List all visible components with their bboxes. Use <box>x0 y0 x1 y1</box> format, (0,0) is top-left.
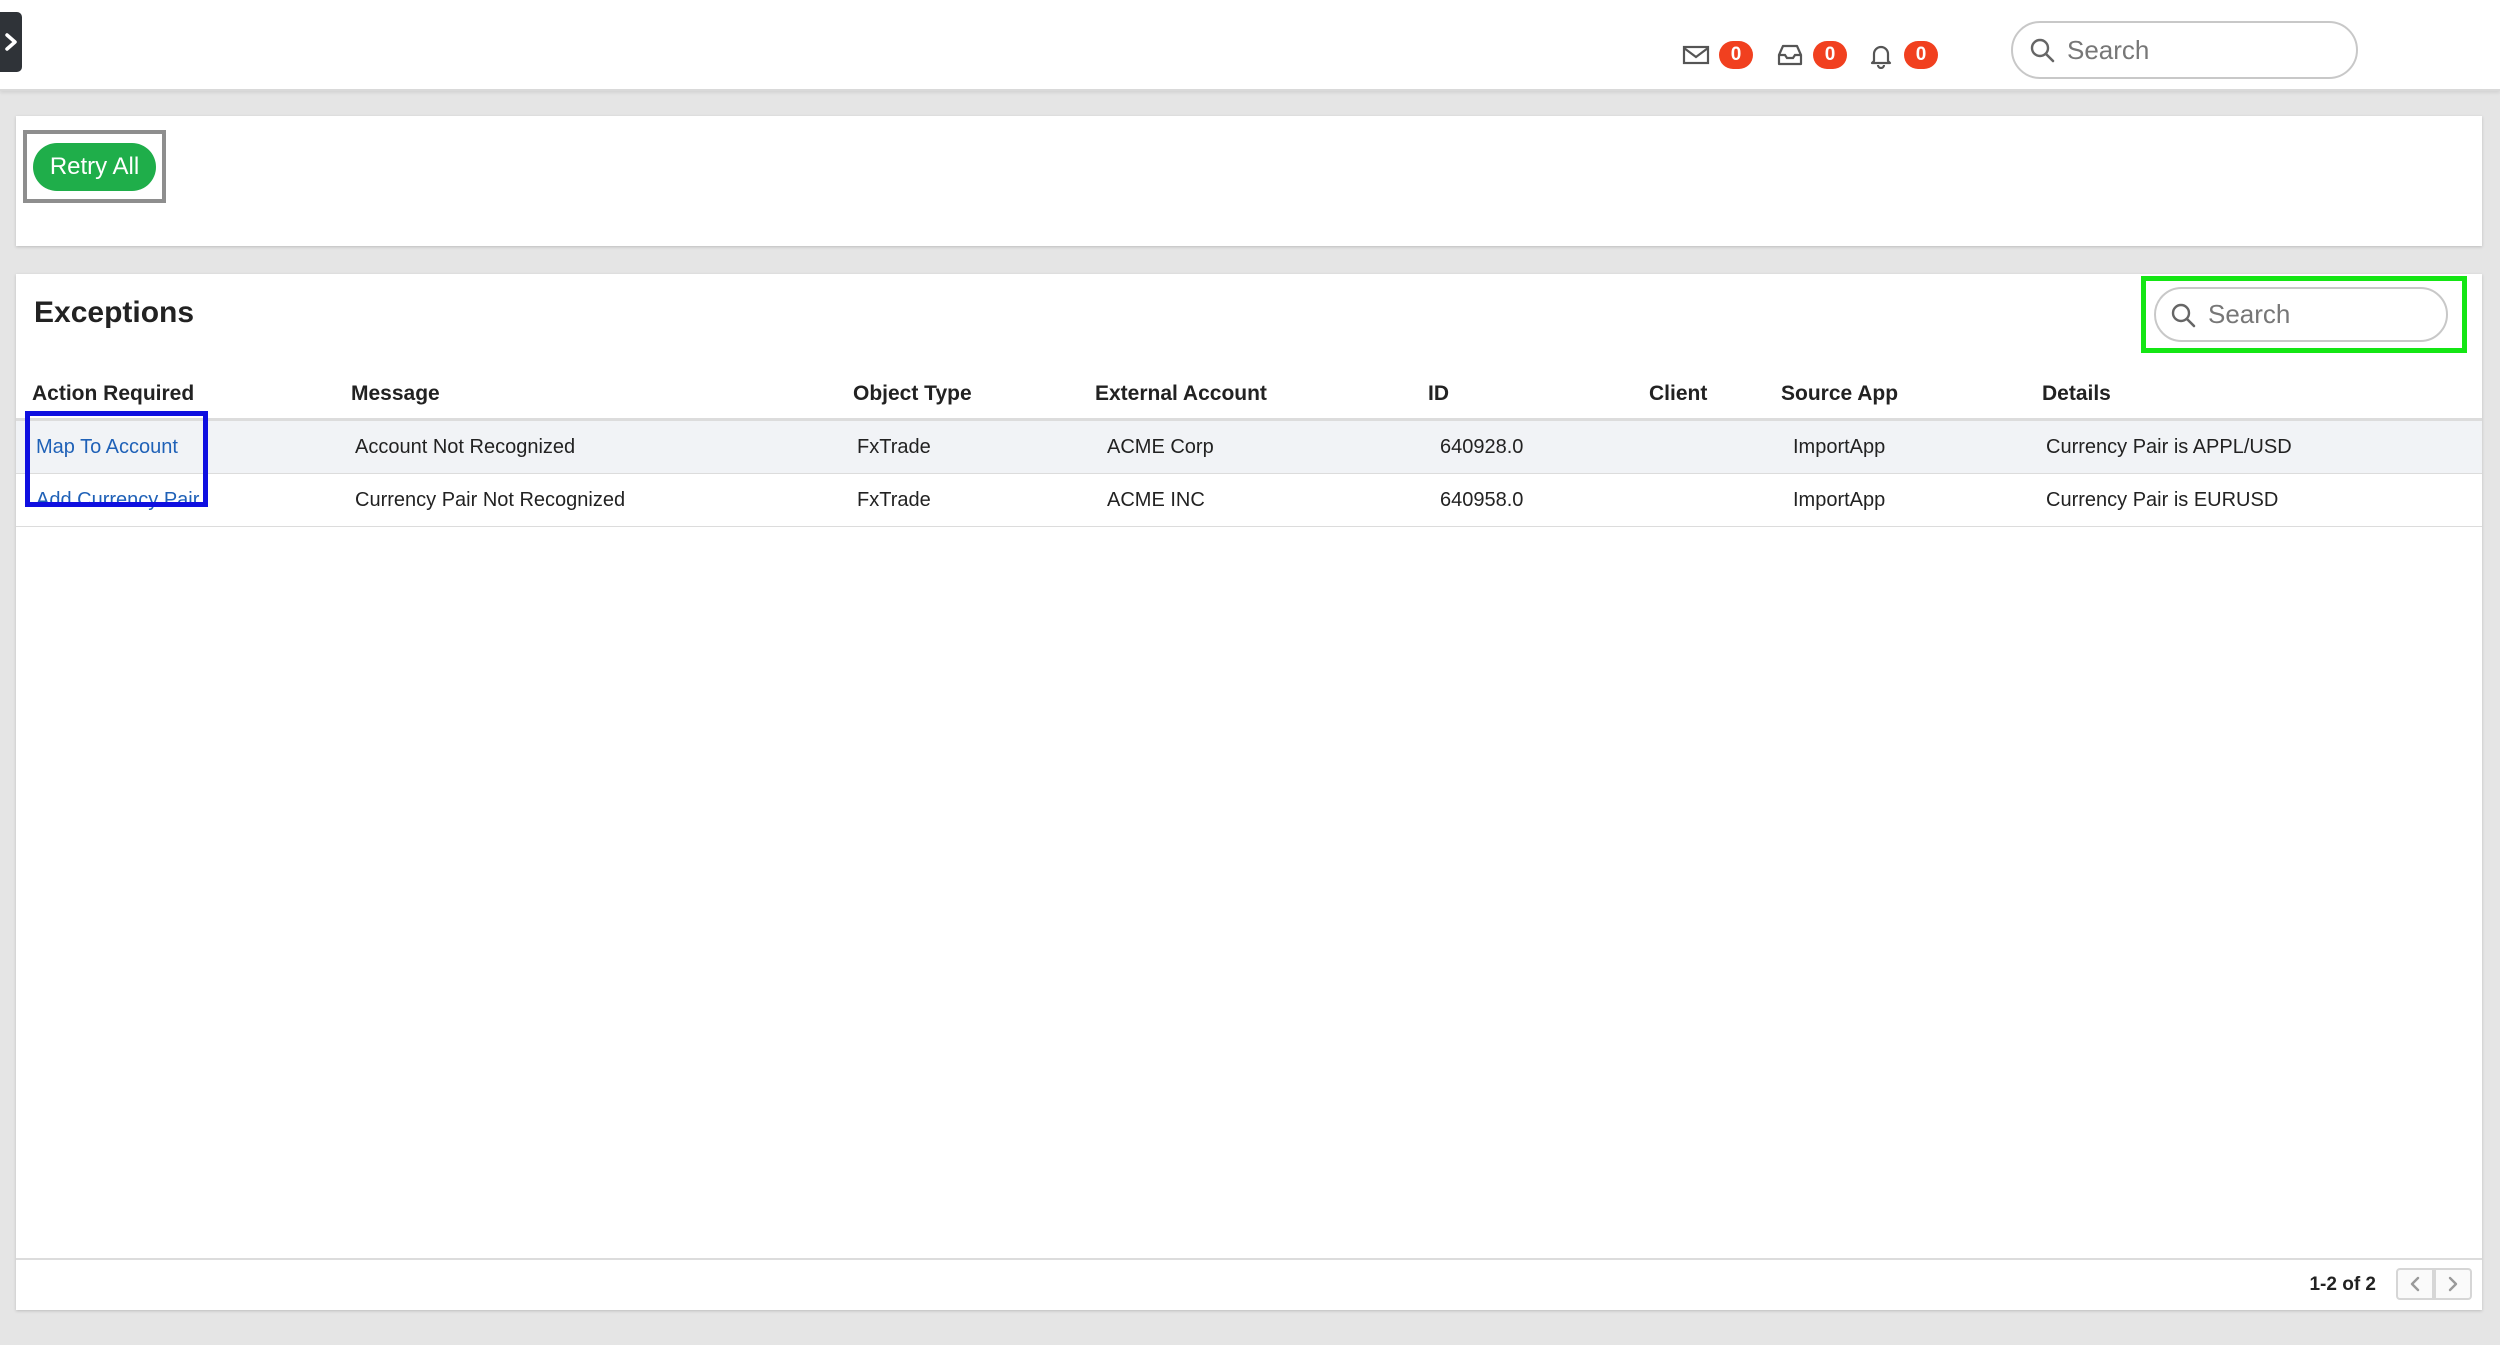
bell-icon <box>1870 45 1892 69</box>
cell-details: Currency Pair is APPL/USD <box>2026 419 2482 474</box>
actions-panel: Retry All <box>16 116 2482 246</box>
cell-action: Add Currency Pair <box>16 473 335 527</box>
cell-message: Account Not Recognized <box>335 419 837 474</box>
exceptions-search-input[interactable] <box>2206 298 2446 331</box>
bell-notification[interactable]: 0 <box>1866 40 1938 70</box>
cell-source-app: ImportApp <box>1765 473 2026 527</box>
panel-title: Exceptions <box>34 296 195 329</box>
cell-external-account: ACME Corp <box>1079 419 1412 474</box>
column-header-source-app[interactable]: Source App <box>1765 370 2026 421</box>
retry-all-highlight: Retry All <box>23 130 166 203</box>
table-row[interactable]: Map To Account Account Not Recognized Fx… <box>16 419 2482 474</box>
chevron-right-icon <box>5 33 17 51</box>
mail-icon <box>1682 45 1710 65</box>
global-search[interactable] <box>2011 21 2358 79</box>
column-header-details[interactable]: Details <box>2026 370 2482 421</box>
mail-notification[interactable]: 0 <box>1681 40 1753 70</box>
exceptions-table: Action Required Message Object Type Exte… <box>16 370 2482 527</box>
column-header-message[interactable]: Message <box>335 370 837 421</box>
search-icon <box>2030 38 2055 63</box>
bell-count-badge: 0 <box>1904 41 1938 69</box>
cell-client <box>1633 473 1765 527</box>
add-currency-pair-link[interactable]: Add Currency Pair <box>36 489 199 511</box>
top-bar: 0 0 0 <box>0 0 2500 91</box>
cell-details: Currency Pair is EURUSD <box>2026 473 2482 527</box>
cell-message: Currency Pair Not Recognized <box>335 473 837 527</box>
cell-client <box>1633 419 1765 474</box>
inbox-icon <box>1777 44 1803 66</box>
previous-page-button[interactable] <box>2396 1268 2434 1300</box>
cell-object-type: FxTrade <box>837 473 1079 527</box>
column-header-client[interactable]: Client <box>1633 370 1765 421</box>
column-header-external-account[interactable]: External Account <box>1079 370 1412 421</box>
table-row[interactable]: Add Currency Pair Currency Pair Not Reco… <box>16 473 2482 527</box>
inbox-notification[interactable]: 0 <box>1775 40 1847 70</box>
exceptions-search-highlight <box>2141 276 2467 353</box>
global-search-input[interactable] <box>2065 33 2356 67</box>
next-page-button[interactable] <box>2434 1268 2472 1300</box>
cell-source-app: ImportApp <box>1765 419 2026 474</box>
table-header-row: Action Required Message Object Type Exte… <box>16 370 2482 421</box>
mail-count-badge: 0 <box>1719 41 1753 69</box>
search-icon <box>2171 303 2196 327</box>
column-header-id[interactable]: ID <box>1412 370 1633 421</box>
inbox-count-badge: 0 <box>1813 41 1847 69</box>
cell-external-account: ACME INC <box>1079 473 1412 527</box>
exceptions-search[interactable] <box>2154 287 2448 342</box>
chevron-right-icon <box>2448 1276 2458 1292</box>
exceptions-panel: Exceptions Action Required Message Objec… <box>16 274 2482 1310</box>
sidebar-toggle-button[interactable] <box>0 12 22 72</box>
column-header-action-required[interactable]: Action Required <box>16 370 335 421</box>
cell-object-type: FxTrade <box>837 419 1079 474</box>
cell-id: 640958.0 <box>1412 473 1633 527</box>
cell-action: Map To Account <box>16 419 335 474</box>
table-footer: 1-2 of 2 <box>16 1258 2482 1310</box>
column-header-object-type[interactable]: Object Type <box>837 370 1079 421</box>
map-to-account-link[interactable]: Map To Account <box>36 436 178 458</box>
retry-all-button[interactable]: Retry All <box>33 143 156 191</box>
cell-id: 640928.0 <box>1412 419 1633 474</box>
chevron-left-icon <box>2410 1276 2420 1292</box>
pagination-summary: 1-2 of 2 <box>2309 1274 2376 1295</box>
